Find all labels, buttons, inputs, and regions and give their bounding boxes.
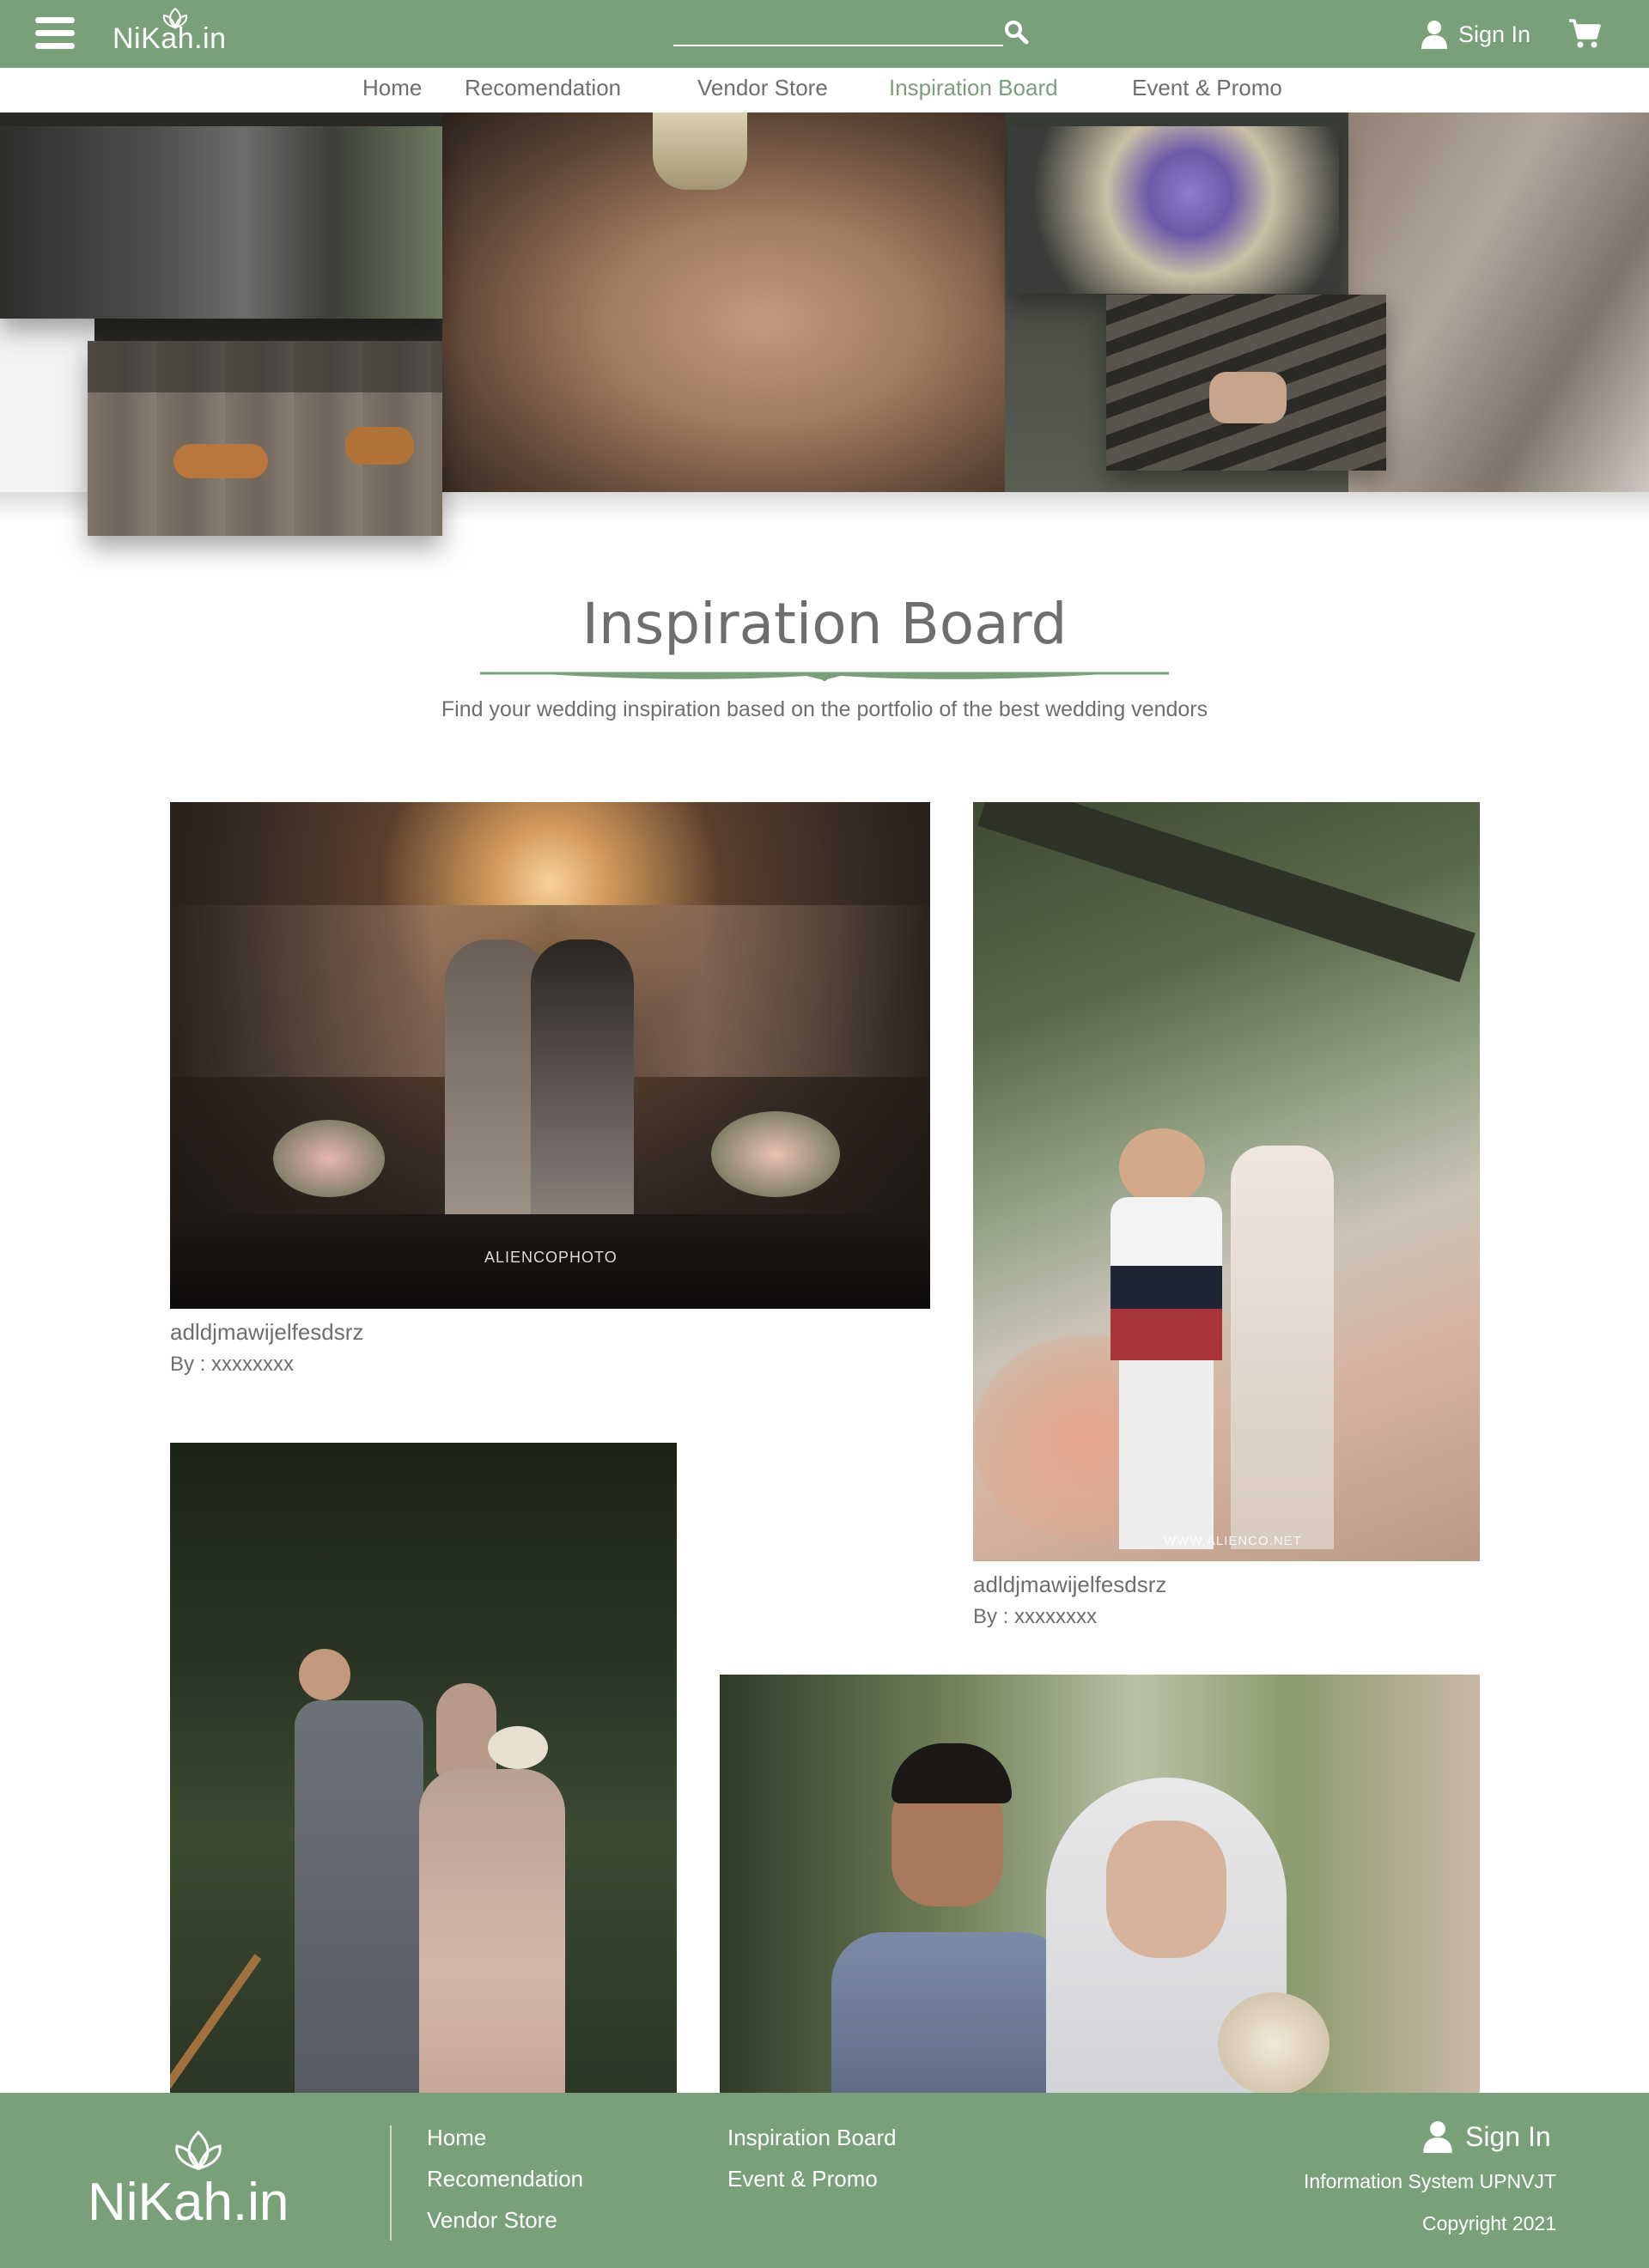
footer-link-home[interactable]: Home xyxy=(427,2125,486,2151)
footer-link-vendor-store[interactable]: Vendor Store xyxy=(427,2207,557,2234)
footer-logo[interactable]: NiKah.in xyxy=(88,2129,294,2232)
search-input[interactable] xyxy=(673,17,1003,46)
footer-info: Information System UPNVJT xyxy=(1304,2170,1556,2192)
cart-icon[interactable] xyxy=(1567,17,1602,50)
hero-white-slab xyxy=(0,301,94,492)
footer-signin-label: Sign In xyxy=(1465,2120,1551,2152)
inspiration-card[interactable]: ALIENCOPHOTO adldjmawijelfesdsrz By : xx… xyxy=(170,802,930,1386)
hero-bouquet-photo xyxy=(1007,126,1339,294)
card-caption: adldjmawijelfesdsrz xyxy=(170,1319,364,1345)
footer-copyright: Copyright 2021 xyxy=(1422,2212,1556,2235)
hero-heels-photo xyxy=(1106,295,1386,471)
nav-event-promo[interactable]: Event & Promo xyxy=(1132,75,1282,101)
page-title: Inspiration Board xyxy=(581,591,1068,657)
top-navbar: NiKah.in Sign In xyxy=(0,0,1649,68)
search-bar xyxy=(673,17,1034,48)
photo-watermark: ALIENCOPHOTO xyxy=(484,1249,618,1266)
hamburger-menu-icon[interactable] xyxy=(35,17,75,50)
brand-name: NiKah.in xyxy=(113,22,227,55)
nav-recomendation[interactable]: Recomendation xyxy=(465,75,621,101)
title-divider xyxy=(480,672,1169,681)
signin-button[interactable]: Sign In xyxy=(1421,17,1530,52)
hero-mannequin-photo xyxy=(653,112,747,190)
inspiration-photo[interactable]: WWW.ALIENCO.NET xyxy=(973,802,1480,1561)
site-footer: NiKah.in Home Recomendation Vendor Store… xyxy=(0,2093,1649,2268)
card-author: By : xxxxxxxx xyxy=(170,1353,295,1376)
user-icon xyxy=(1423,2121,1452,2153)
nav-home[interactable]: Home xyxy=(362,75,422,101)
inspiration-photo[interactable] xyxy=(720,1675,1480,2093)
footer-signin-button[interactable]: Sign In xyxy=(1422,2120,1551,2153)
footer-link-inspiration-board[interactable]: Inspiration Board xyxy=(727,2125,897,2151)
inspiration-card[interactable] xyxy=(170,1443,677,2093)
card-author: By : xxxxxxxx xyxy=(973,1605,1098,1628)
hero-lace-dress-photo xyxy=(1340,112,1649,492)
inspiration-card[interactable]: WWW.ALIENCO.NET adldjmawijelfesdsrz By :… xyxy=(973,802,1480,1635)
footer-link-recomendation[interactable]: Recomendation xyxy=(427,2166,583,2192)
footer-divider xyxy=(390,2125,392,2241)
nav-inspiration-board[interactable]: Inspiration Board xyxy=(889,75,1058,101)
signin-label: Sign In xyxy=(1458,21,1531,47)
inspiration-photo[interactable]: ALIENCOPHOTO xyxy=(170,802,930,1309)
nav-vendor-store[interactable]: Vendor Store xyxy=(697,75,828,101)
main-nav: Home Recomendation Vendor Store Inspirat… xyxy=(0,68,1649,112)
footer-link-event-promo[interactable]: Event & Promo xyxy=(727,2166,878,2192)
inspiration-photo[interactable] xyxy=(170,1443,677,2093)
hero-groom-suit-photo xyxy=(0,126,442,319)
leaf-logo-icon xyxy=(175,2130,222,2171)
inspiration-card[interactable] xyxy=(720,1675,1480,2093)
page-subtitle: Find your wedding inspiration based on t… xyxy=(441,697,1208,721)
hero-groom-shoes-photo xyxy=(88,341,442,536)
search-icon[interactable] xyxy=(1003,19,1029,45)
footer-brand-name: NiKah.in xyxy=(88,2173,289,2232)
photo-watermark: WWW.ALIENCO.NET xyxy=(1164,1534,1302,1548)
card-caption: adldjmawijelfesdsrz xyxy=(973,1572,1167,1597)
user-icon xyxy=(1421,21,1447,49)
